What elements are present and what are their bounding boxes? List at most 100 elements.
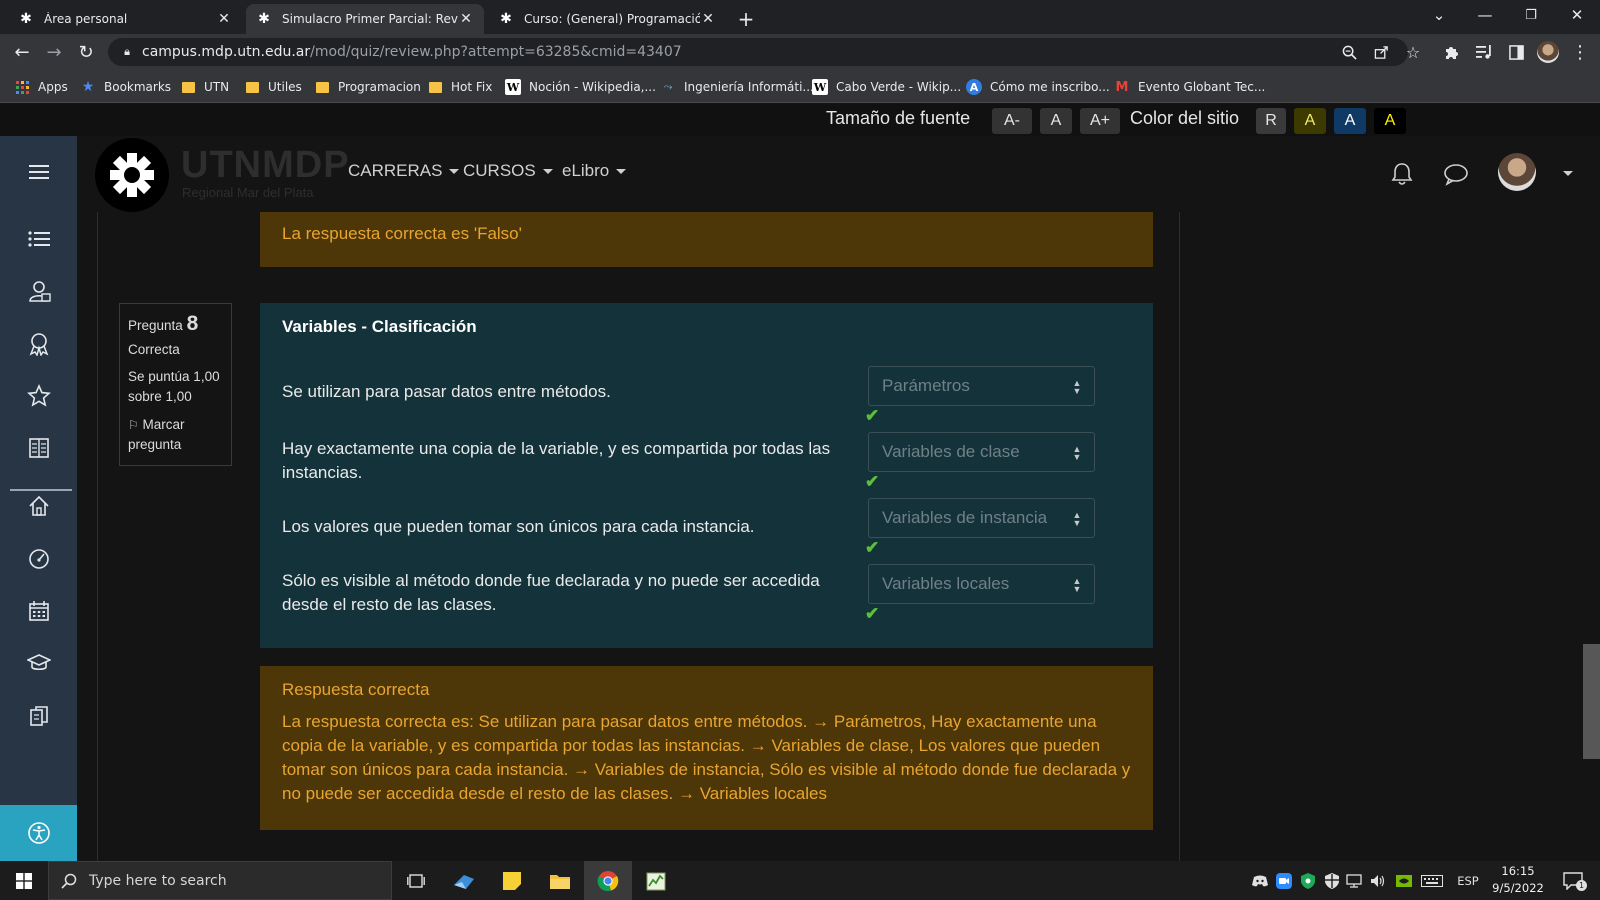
bookmark-apps[interactable]: Apps bbox=[14, 78, 68, 96]
tab-close-icon[interactable]: ✕ bbox=[216, 11, 232, 27]
notifications-icon[interactable]: 1 bbox=[1562, 871, 1587, 891]
select-arrows-icon: ▲ ▼ bbox=[1072, 444, 1082, 462]
bookmark-utn[interactable]: UTN bbox=[180, 78, 229, 96]
shield-tray-icon[interactable] bbox=[1324, 873, 1340, 889]
task-manager-app-icon[interactable] bbox=[632, 861, 680, 900]
participants-icon[interactable] bbox=[25, 277, 53, 305]
user-menu-caret-icon[interactable] bbox=[1563, 171, 1573, 176]
font-increase-button[interactable]: A+ bbox=[1080, 108, 1120, 134]
zoom-tray-icon[interactable] bbox=[1276, 873, 1292, 889]
previous-question-feedback: La respuesta correcta es 'Falso' bbox=[260, 212, 1153, 267]
taskbar-search-box[interactable]: Type here to search bbox=[48, 861, 392, 900]
restore-window-icon[interactable]: ❐ bbox=[1508, 0, 1554, 30]
tab-close-icon[interactable]: ✕ bbox=[458, 11, 474, 27]
bookmark-hot-fix[interactable]: Hot Fix bbox=[427, 78, 492, 96]
user-avatar[interactable] bbox=[1498, 153, 1536, 191]
bookmark-ingenieria[interactable]: ⤳ Ingeniería Informáti... bbox=[660, 78, 814, 96]
home-icon[interactable] bbox=[25, 492, 53, 520]
bookmark-star-icon[interactable]: ☆ bbox=[1404, 43, 1422, 62]
side-panel-icon[interactable] bbox=[1504, 40, 1528, 64]
zoom-icon[interactable] bbox=[1340, 43, 1358, 61]
bookmark-programacion[interactable]: Programacion bbox=[314, 78, 421, 96]
match-select-4[interactable]: Variables locales ▲ ▼ bbox=[868, 564, 1095, 604]
browser-tab-area-personal[interactable]: ✱ Área personal ✕ bbox=[8, 4, 242, 34]
minimize-window-icon[interactable]: — bbox=[1462, 0, 1508, 30]
bookmark-cabo-verde[interactable]: W Cabo Verde - Wikip... bbox=[812, 78, 961, 96]
correct-check-icon: ✔ bbox=[865, 604, 880, 623]
font-decrease-button[interactable]: A- bbox=[992, 108, 1032, 134]
color-yellow-dark-button[interactable]: A bbox=[1294, 108, 1326, 134]
new-tab-button[interactable]: + bbox=[730, 4, 762, 34]
list-icon[interactable] bbox=[25, 225, 53, 253]
tab-close-icon[interactable]: ✕ bbox=[700, 11, 716, 27]
security-tray-icon[interactable] bbox=[1300, 873, 1316, 889]
azure-studio-app-icon[interactable] bbox=[440, 861, 488, 900]
bookmark-label: Evento Globant Tec... bbox=[1138, 80, 1266, 94]
language-indicator[interactable]: ESP bbox=[1454, 873, 1482, 889]
browser-tab-simulacro[interactable]: ✱ Simulacro Primer Parcial: Revisión ✕ bbox=[246, 4, 484, 34]
match-select-value: Variables locales bbox=[882, 574, 1010, 593]
match-select-3[interactable]: Variables de instancia ▲ ▼ bbox=[868, 498, 1095, 538]
bookmark-nocion-wikipedia[interactable]: W Noción - Wikipedia,... bbox=[505, 78, 656, 96]
chrome-app-icon[interactable] bbox=[584, 861, 632, 900]
keyboard-tray-icon[interactable] bbox=[1420, 873, 1444, 889]
file-explorer-app-icon[interactable] bbox=[536, 861, 584, 900]
dashboard-gauge-icon[interactable] bbox=[25, 545, 53, 573]
star-outline-icon[interactable] bbox=[25, 382, 53, 410]
nav-carreras[interactable]: CARRERAS bbox=[348, 161, 460, 181]
nvidia-tray-icon[interactable] bbox=[1396, 873, 1412, 889]
tab-search-chevron-icon[interactable]: ⌄ bbox=[1416, 0, 1462, 30]
font-reset-button[interactable]: A bbox=[1040, 108, 1072, 134]
extensions-puzzle-icon[interactable] bbox=[1440, 40, 1464, 64]
accessibility-button[interactable] bbox=[0, 805, 77, 861]
nav-cursos[interactable]: CURSOS bbox=[463, 161, 553, 181]
question-title: Variables - Clasificación bbox=[282, 317, 477, 336]
browser-tab-curso[interactable]: ✱ Curso: (General) Programación y ✕ bbox=[488, 4, 726, 34]
lock-icon[interactable]: 🔒︎ bbox=[118, 43, 136, 61]
match-select-2[interactable]: Variables de clase ▲ ▼ bbox=[868, 432, 1095, 472]
sticky-notes-app-icon[interactable] bbox=[488, 861, 536, 900]
gradebook-icon[interactable] bbox=[25, 434, 53, 462]
discord-tray-icon[interactable] bbox=[1252, 873, 1268, 889]
feedback-title: Respuesta correcta bbox=[282, 680, 430, 699]
calendar-icon[interactable] bbox=[25, 597, 53, 625]
correct-check-icon: ✔ bbox=[865, 538, 880, 557]
nav-elibro[interactable]: eLibro bbox=[562, 161, 627, 181]
back-arrow-icon[interactable]: ← bbox=[10, 40, 34, 64]
site-logo-text[interactable]: UTNMDP bbox=[181, 144, 350, 187]
profile-avatar-icon[interactable] bbox=[1536, 40, 1560, 64]
color-high-contrast-button[interactable]: A bbox=[1374, 108, 1406, 134]
page-scrollbar-thumb[interactable] bbox=[1583, 644, 1600, 759]
left-drawer bbox=[0, 136, 77, 861]
address-bar[interactable]: 🔒︎ campus.mdp.utn.edu.ar/mod/quiz/review… bbox=[108, 38, 1420, 66]
url-text[interactable]: campus.mdp.utn.edu.ar/mod/quiz/review.ph… bbox=[142, 44, 682, 60]
color-reset-button[interactable]: R bbox=[1256, 108, 1286, 134]
graduation-cap-icon[interactable] bbox=[25, 649, 53, 677]
bookmark-evento-globant[interactable]: M Evento Globant Tec... bbox=[1114, 78, 1266, 96]
flag-question-link[interactable]: ⚐ Marcar pregunta bbox=[128, 415, 223, 455]
badge-award-icon[interactable] bbox=[25, 330, 53, 358]
match-select-1[interactable]: Parámetros ▲ ▼ bbox=[868, 366, 1095, 406]
share-icon[interactable] bbox=[1372, 43, 1390, 61]
utn-logo-icon[interactable] bbox=[95, 138, 169, 212]
volume-tray-icon[interactable] bbox=[1370, 873, 1386, 889]
media-queue-icon[interactable] bbox=[1472, 40, 1496, 64]
reload-icon[interactable]: ↻ bbox=[74, 40, 98, 64]
taskbar-clock[interactable]: 16:15 9/5/2022 bbox=[1488, 863, 1548, 897]
kebab-menu-icon[interactable]: ⋮ bbox=[1568, 40, 1592, 64]
hamburger-menu-icon[interactable] bbox=[25, 158, 53, 186]
bell-icon[interactable] bbox=[1388, 160, 1416, 188]
close-window-icon[interactable]: ✕ bbox=[1554, 0, 1600, 30]
task-view-icon[interactable] bbox=[392, 861, 440, 900]
bookmark-como-me-inscribo[interactable]: A Cómo me inscribo... bbox=[966, 78, 1110, 96]
windows-start-icon[interactable] bbox=[0, 861, 48, 900]
site-color-label: Color del sitio bbox=[1130, 108, 1240, 128]
bookmark-utiles[interactable]: Utiles bbox=[244, 78, 302, 96]
messages-speech-bubble-icon[interactable] bbox=[1442, 160, 1470, 188]
bookmark-bookmarks[interactable]: ★ Bookmarks bbox=[80, 78, 171, 96]
content-bank-icon[interactable] bbox=[25, 702, 53, 730]
forward-arrow-icon[interactable]: → bbox=[42, 40, 66, 64]
network-tray-icon[interactable] bbox=[1346, 873, 1362, 889]
select-arrows-icon: ▲ ▼ bbox=[1072, 510, 1082, 528]
color-blue-button[interactable]: A bbox=[1334, 108, 1366, 134]
